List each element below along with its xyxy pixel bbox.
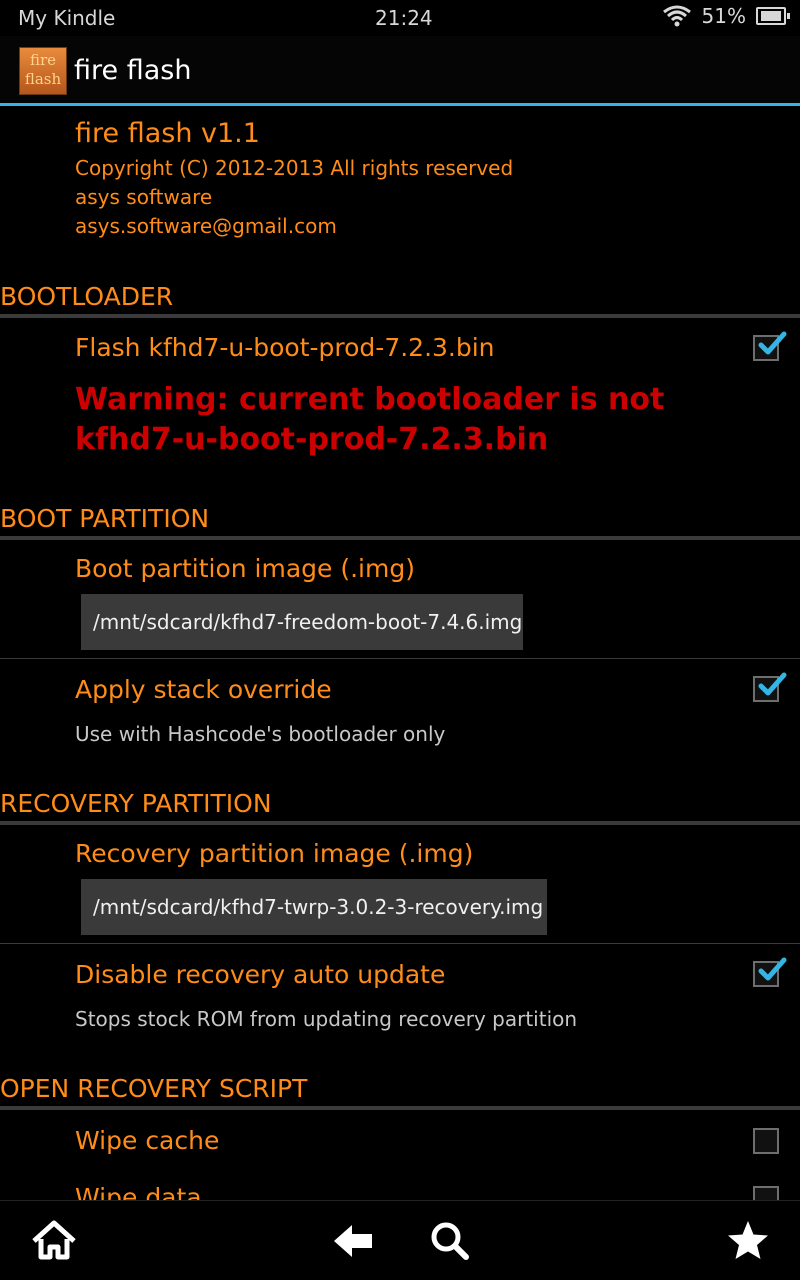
star-icon[interactable] <box>722 1215 774 1267</box>
preferences-list[interactable]: fire flash v1.1 Copyright (C) 2012-2013 … <box>0 106 800 1200</box>
section-divider <box>0 314 800 318</box>
row-divider <box>0 943 800 944</box>
carrier-label: My Kindle <box>18 6 116 30</box>
navigation-bar <box>0 1200 800 1280</box>
wipe-cache-checkbox[interactable] <box>753 1128 779 1154</box>
app-logo-line2: flash <box>24 70 62 88</box>
flash-bootloader-checkbox[interactable] <box>753 331 787 361</box>
app-title: fire flash <box>74 55 192 86</box>
app-logo-line1: fire <box>29 51 57 69</box>
section-header-boot-partition: BOOT PARTITION <box>0 504 210 533</box>
status-bar: My Kindle 21:24 51% <box>0 0 800 36</box>
back-icon[interactable] <box>328 1215 380 1267</box>
stack-override-summary: Use with Hashcode's bootloader only <box>75 722 446 746</box>
status-icons: 51% <box>662 4 790 28</box>
disable-auto-update-label[interactable]: Disable recovery auto update <box>75 960 445 989</box>
bootloader-warning: Warning: current bootloader is not kfhd7… <box>75 382 665 457</box>
boot-image-path-field[interactable]: /mnt/sdcard/kfhd7-freedom-boot-7.4.6.img <box>81 594 523 650</box>
section-header-bootloader: BOOTLOADER <box>0 282 174 311</box>
wifi-icon <box>662 5 691 27</box>
section-header-open-recovery-script: OPEN RECOVERY SCRIPT <box>0 1074 308 1103</box>
about-copyright: Copyright (C) 2012-2013 All rights reser… <box>75 156 514 180</box>
disable-auto-update-checkbox[interactable] <box>753 957 787 987</box>
home-icon[interactable] <box>28 1215 80 1267</box>
about-title: fire flash v1.1 <box>75 118 260 149</box>
flash-bootloader-label[interactable]: Flash kfhd7-u-boot-prod-7.2.3.bin <box>75 333 495 362</box>
battery-icon <box>756 7 790 25</box>
clock: 21:24 <box>375 6 433 30</box>
recovery-image-path-field[interactable]: /mnt/sdcard/kfhd7-twrp-3.0.2-3-recovery.… <box>81 879 547 935</box>
row-divider <box>0 658 800 659</box>
about-company: asys software <box>75 185 213 209</box>
about-email: asys.software@gmail.com <box>75 214 337 238</box>
action-bar: fire flash fire flash <box>0 36 800 106</box>
wipe-data-label[interactable]: Wipe data <box>75 1183 202 1200</box>
search-icon[interactable] <box>424 1215 476 1267</box>
app-logo[interactable]: fire flash <box>19 47 67 95</box>
disable-auto-update-summary: Stops stock ROM from updating recovery p… <box>75 1007 578 1031</box>
battery-percent: 51% <box>701 4 746 28</box>
recovery-image-label: Recovery partition image (.img) <box>75 839 474 868</box>
section-divider <box>0 1106 800 1110</box>
section-header-recovery-partition: RECOVERY PARTITION <box>0 789 272 818</box>
checkmark-icon <box>758 331 787 355</box>
stack-override-checkbox[interactable] <box>753 672 787 702</box>
stack-override-label[interactable]: Apply stack override <box>75 675 332 704</box>
wipe-cache-label[interactable]: Wipe cache <box>75 1126 219 1155</box>
checkmark-icon <box>758 672 787 696</box>
wipe-data-checkbox[interactable] <box>753 1186 779 1200</box>
checkmark-icon <box>758 957 787 981</box>
section-divider <box>0 536 800 540</box>
section-divider <box>0 821 800 825</box>
boot-image-label: Boot partition image (.img) <box>75 554 415 583</box>
